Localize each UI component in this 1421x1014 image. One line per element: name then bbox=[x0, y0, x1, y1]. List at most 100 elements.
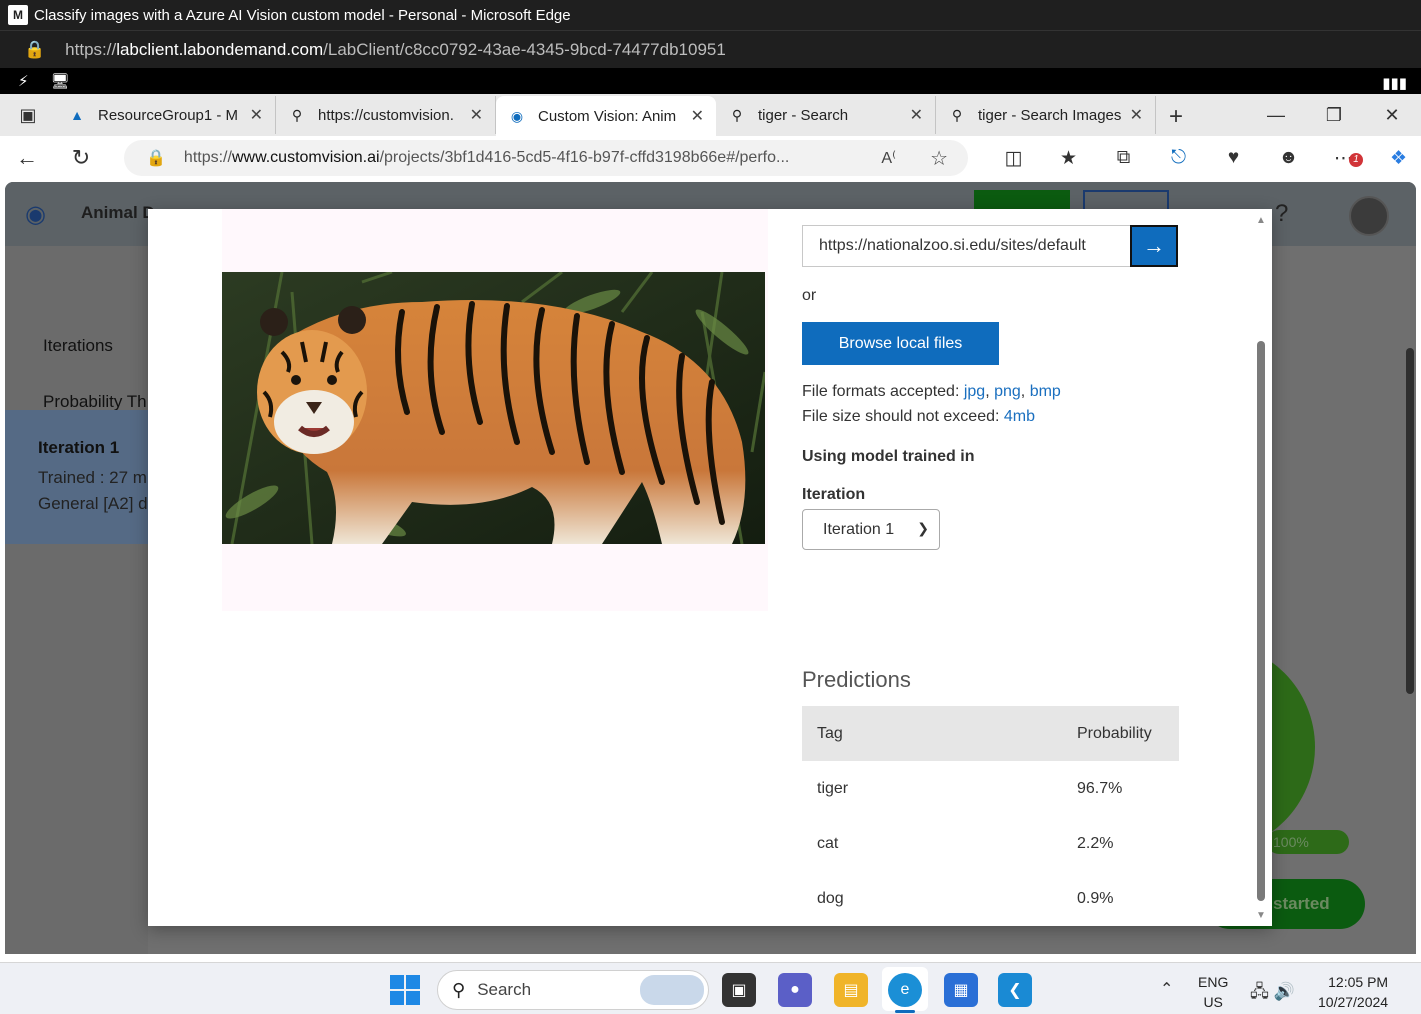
tiger-picture bbox=[222, 272, 765, 544]
lightning-icon[interactable]: ⚡ bbox=[18, 72, 29, 90]
close-icon[interactable]: ✕ bbox=[1130, 105, 1143, 125]
submit-url-button[interactable]: → bbox=[1130, 225, 1178, 267]
new-tab-button[interactable]: + bbox=[1156, 98, 1196, 136]
format-jpg: jpg bbox=[963, 383, 986, 400]
close-window-icon[interactable]: ✕ bbox=[1363, 94, 1421, 136]
downloads-icon[interactable]: ⎋ bbox=[1151, 147, 1206, 169]
taskbar-search[interactable]: ⚲ Search bbox=[437, 970, 709, 1010]
tab-customvision-url[interactable]: ⚲ https://customvision. ✕ bbox=[276, 96, 496, 134]
prediction-probability: 0.9% bbox=[1077, 889, 1114, 907]
windows-start-icon[interactable] bbox=[390, 975, 420, 1005]
iteration-select[interactable]: Iteration 1 ❯ bbox=[802, 509, 940, 550]
chevron-down-icon: ❯ bbox=[917, 520, 929, 536]
close-icon[interactable]: ✕ bbox=[250, 105, 263, 125]
search-highlight-image bbox=[640, 975, 704, 1005]
back-icon[interactable]: ← bbox=[0, 136, 54, 180]
table-row: cat 2.2% bbox=[802, 816, 1179, 871]
tab-label: tiger - Search Images bbox=[978, 106, 1122, 124]
notification-badge: 1 bbox=[1349, 152, 1363, 167]
read-aloud-icon[interactable]: A⁽ bbox=[881, 148, 896, 168]
file-formats-text: File formats accepted: jpg, png, bmp bbox=[802, 383, 1061, 400]
tab-resourcegroup[interactable]: ▲ ResourceGroup1 - M ✕ bbox=[56, 96, 276, 134]
vscode-icon[interactable]: ❮ bbox=[998, 973, 1032, 1007]
monitor-icon[interactable]: 🖥 bbox=[51, 72, 70, 90]
table-row: tiger 96.7% bbox=[802, 761, 1179, 816]
clock-time: 12:05 PM bbox=[1328, 974, 1389, 990]
iteration-card-name: Iteration 1 bbox=[38, 438, 120, 457]
size-prefix: File size should not exceed: bbox=[802, 408, 1004, 425]
using-model-label: Using model trained in bbox=[802, 448, 975, 465]
favorites-icon[interactable]: ★ bbox=[1041, 147, 1096, 170]
prediction-tag: tiger bbox=[817, 779, 849, 797]
teams-chat-icon[interactable]: ● bbox=[778, 973, 812, 1007]
health-icon[interactable]: ♥ bbox=[1206, 147, 1261, 169]
tab-tiger-search[interactable]: ⚲ tiger - Search ✕ bbox=[716, 96, 936, 134]
arrow-right-icon: → bbox=[1143, 233, 1165, 258]
scrollbar-thumb[interactable] bbox=[1406, 348, 1414, 694]
format-bmp: bmp bbox=[1029, 383, 1061, 400]
refresh-icon[interactable]: ↻ bbox=[54, 136, 108, 180]
taskbar-clock[interactable]: 12:05 PM 10/27/2024 bbox=[1318, 972, 1388, 1012]
edge-icon[interactable]: e bbox=[888, 973, 922, 1007]
close-icon[interactable]: ✕ bbox=[691, 106, 704, 126]
outer-window-title: Classify images with a Azure AI Vision c… bbox=[34, 6, 571, 24]
language-indicator[interactable]: ENG US bbox=[1198, 972, 1228, 1012]
prediction-tag: dog bbox=[817, 889, 844, 907]
active-indicator bbox=[895, 1010, 915, 1013]
avatar[interactable] bbox=[1349, 196, 1389, 236]
network-icon[interactable]: 🖧 bbox=[1250, 982, 1269, 1001]
iteration-card-trained: Trained : 27 m bbox=[38, 468, 147, 487]
tab-tiger-images[interactable]: ⚲ tiger - Search Images ✕ bbox=[936, 96, 1156, 134]
lab-logo-icon: M bbox=[8, 5, 28, 25]
page-scrollbar[interactable] bbox=[1404, 328, 1414, 950]
tab-label: ResourceGroup1 - M bbox=[98, 106, 239, 124]
probability-threshold-label: Probability Th bbox=[43, 392, 147, 411]
prediction-probability: 2.2% bbox=[1077, 834, 1114, 852]
taskbar-search-label: Search bbox=[477, 980, 532, 999]
browse-local-files-button[interactable]: Browse local files bbox=[802, 322, 999, 365]
outer-url-bar: 🔒 https://labclient.labondemand.com/LabC… bbox=[0, 30, 1421, 68]
scroll-up-icon[interactable]: ▲ bbox=[1256, 215, 1266, 226]
iteration-card[interactable]: Iteration 1 Trained : 27 m General [A2] … bbox=[5, 410, 148, 544]
favorite-star-icon[interactable]: ☆ bbox=[930, 146, 948, 171]
size-limit: 4mb bbox=[1003, 408, 1036, 425]
minimize-icon[interactable]: — bbox=[1247, 94, 1305, 136]
more-menu-icon[interactable]: ⋯ 1 bbox=[1316, 147, 1371, 170]
help-icon[interactable]: ? bbox=[1275, 200, 1288, 228]
restore-icon[interactable]: ❐ bbox=[1305, 94, 1363, 136]
profile-icon[interactable]: ☻ bbox=[1261, 147, 1316, 169]
custom-vision-icon: ◉ bbox=[510, 107, 524, 124]
scrollbar-thumb[interactable] bbox=[1257, 341, 1265, 901]
scroll-down-icon[interactable]: ▼ bbox=[1256, 910, 1266, 921]
copilot-icon[interactable]: ❖ bbox=[1371, 147, 1421, 170]
image-url-input[interactable] bbox=[802, 225, 1132, 267]
progress-badge: 100% bbox=[1267, 830, 1349, 854]
image-preview-panel bbox=[222, 209, 768, 611]
sidebar-iterations[interactable]: Iterations bbox=[43, 336, 113, 356]
close-icon[interactable]: ✕ bbox=[470, 105, 483, 125]
table-row: dog 0.9% bbox=[802, 871, 1179, 926]
store-icon[interactable]: ▦ bbox=[944, 973, 978, 1007]
tab-actions-icon[interactable]: ▣ bbox=[0, 94, 56, 136]
task-view-icon[interactable]: ▣ bbox=[722, 973, 756, 1007]
volume-icon[interactable]: 🔊 bbox=[1274, 982, 1295, 1001]
eye-icon: ◉ bbox=[25, 201, 46, 228]
lang-bottom: US bbox=[1203, 994, 1223, 1010]
tray-chevron-up-icon[interactable]: ⌃ bbox=[1160, 979, 1173, 999]
close-icon[interactable]: ✕ bbox=[910, 105, 923, 125]
address-field[interactable]: 🔒 https://www.customvision.ai/projects/3… bbox=[124, 140, 968, 176]
header-tag: Tag bbox=[802, 706, 1062, 761]
search-icon: ⚲ bbox=[291, 106, 303, 123]
collections-icon[interactable]: ⧉ bbox=[1096, 147, 1151, 169]
tab-custom-vision[interactable]: ◉ Custom Vision: Anim ✕ bbox=[496, 96, 716, 136]
search-icon: ⚲ bbox=[452, 979, 466, 1000]
split-screen-icon[interactable]: ◫ bbox=[986, 147, 1041, 170]
address-path: /projects/3bf1d416-5cd5-4f16-b97f-cffd31… bbox=[379, 149, 790, 166]
outer-url-prefix: https:// bbox=[65, 39, 117, 59]
file-explorer-icon[interactable]: ▤ bbox=[834, 973, 868, 1007]
tray-icons[interactable]: 🖧 🔊 bbox=[1250, 979, 1295, 1008]
tab-label: Custom Vision: Anim bbox=[538, 107, 677, 125]
project-name: Animal D bbox=[81, 203, 155, 222]
dialog-scrollbar[interactable]: ▲ ▼ bbox=[1254, 213, 1268, 921]
prediction-tag: cat bbox=[817, 834, 839, 852]
